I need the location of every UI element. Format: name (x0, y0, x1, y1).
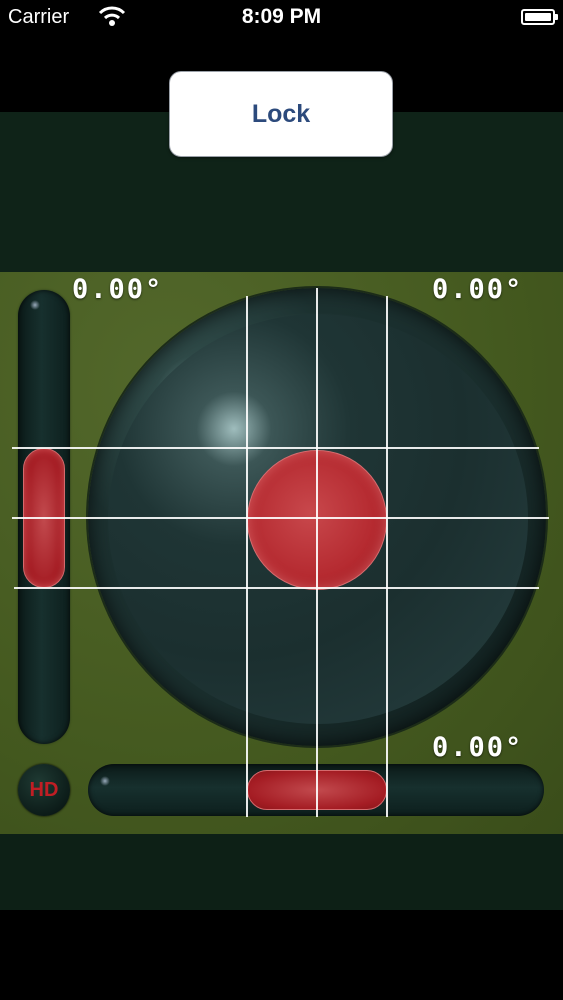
grid-line-horizontal-center (12, 517, 549, 519)
grid-line-horizontal-bottom (14, 587, 539, 589)
bottom-band (0, 834, 563, 910)
battery-icon (521, 9, 558, 25)
grid-line-vertical-center (316, 288, 318, 817)
grid-line-horizontal-top (12, 447, 539, 449)
horizontal-angle-readout: 0.00° (432, 732, 524, 763)
status-bar: Carrier 8:09 PM (0, 0, 563, 36)
vial-shine (30, 300, 40, 310)
grid-line-vertical-left (246, 296, 248, 817)
hd-button[interactable]: HD (18, 764, 70, 816)
lock-button[interactable]: Lock (169, 71, 393, 157)
vial-shine (100, 776, 110, 786)
status-time: 8:09 PM (241, 5, 322, 28)
vertical-angle-readout: 0.00° (72, 274, 164, 305)
grid-line-vertical-right (386, 296, 388, 817)
circular-angle-readout: 0.00° (432, 274, 524, 305)
